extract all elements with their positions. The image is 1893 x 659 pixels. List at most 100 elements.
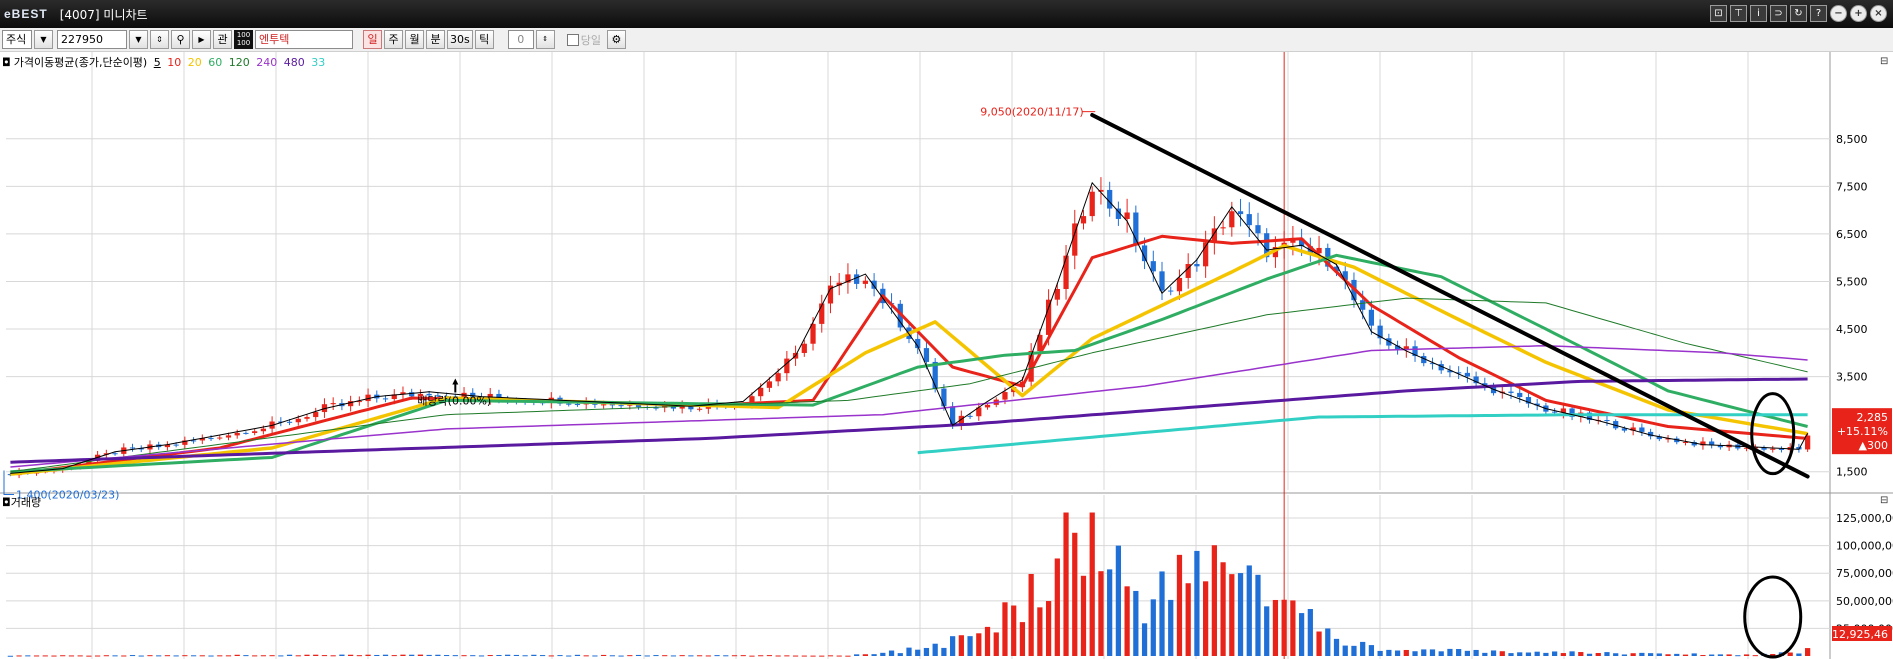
volume-bar [278, 655, 284, 657]
market-dropdown-icon[interactable]: ▼ [34, 30, 53, 49]
period-week-tab[interactable]: 주 [384, 30, 403, 49]
volume-bar [487, 655, 493, 657]
volume-bar [321, 655, 328, 657]
candle-body [252, 431, 258, 433]
tile-icon[interactable]: ⊡ [1710, 5, 1727, 22]
volume-bar [1290, 600, 1296, 656]
candle-body [1639, 427, 1645, 432]
market-select[interactable]: 주식 [2, 30, 32, 49]
volume-bar [792, 655, 799, 657]
volume-bar [1011, 605, 1017, 656]
today-label: 당일 [580, 33, 601, 47]
volume-bar [1604, 652, 1610, 656]
interest-button[interactable]: 관 [213, 30, 232, 49]
volume-tick-label: 50,000,000 [1836, 595, 1893, 608]
price-legend: ◘ 가격이동평균(종가,단순이평) 5 10 20 60 120 240 480 … [2, 54, 328, 70]
current-price-text: ▲300 [1859, 439, 1888, 452]
price-tick-label: 6,500 [1836, 228, 1868, 241]
volume-bar [880, 652, 886, 656]
refresh-icon[interactable]: ↻ [1790, 5, 1807, 22]
volume-bar [286, 654, 293, 656]
volume-bar [1796, 653, 1802, 656]
candle-body [112, 453, 118, 455]
volume-bar [574, 654, 581, 656]
close-button[interactable]: × [1870, 5, 1887, 22]
volume-legend-title: 거래량 [10, 496, 42, 509]
volume-bar [1316, 631, 1322, 656]
volume-bar [1508, 653, 1514, 656]
today-checkbox[interactable] [566, 33, 579, 46]
volume-bar [888, 650, 895, 656]
hundred-icon[interactable]: 100 100 [234, 30, 253, 49]
candle-body [566, 403, 572, 405]
help-icon[interactable]: ? [1810, 5, 1827, 22]
legend-collapse-icon[interactable]: ◘ [2, 56, 11, 69]
play-icon[interactable]: ▶ [192, 30, 211, 49]
volume-bar [784, 655, 790, 657]
volume-bar [1203, 581, 1209, 656]
volume-bar [147, 655, 153, 657]
info-icon[interactable]: i [1750, 5, 1767, 22]
volume-bar [260, 655, 266, 657]
volume-bar [1534, 651, 1540, 656]
volume-bar [531, 654, 537, 656]
volume-bar [1098, 571, 1104, 656]
volume-bar [1682, 654, 1689, 656]
period-day-tab[interactable]: 일 [363, 30, 382, 49]
volume-bar [1124, 586, 1130, 656]
volume-bar [723, 655, 729, 657]
candle-body [330, 403, 336, 405]
axis-scroll-up-icon: ⊟ [1880, 56, 1888, 67]
chart-settings-icon[interactable]: ⚙ [606, 30, 626, 49]
volume-bar [915, 649, 921, 656]
code-dropdown-icon[interactable]: ▼ [129, 30, 148, 49]
pin-icon[interactable]: ⊤ [1730, 5, 1747, 22]
volume-bar [1255, 574, 1261, 656]
candle-body [243, 432, 249, 434]
count-input[interactable]: 0 [507, 30, 534, 49]
volume-collapse-icon[interactable]: ◘ [2, 496, 11, 509]
candle-body [295, 418, 301, 423]
period-month-tab[interactable]: 월 [405, 30, 424, 49]
volume-bar [1176, 554, 1183, 656]
volume-bar [1115, 545, 1122, 656]
candle-body [1229, 211, 1235, 228]
candle-body [217, 437, 223, 439]
volume-bar [1368, 645, 1375, 656]
volume-bar [269, 655, 275, 657]
volume-tick-label: 75,000,000 [1836, 567, 1893, 580]
volume-bar [1080, 575, 1087, 656]
volume-bar [426, 654, 432, 656]
minimize-button[interactable]: − [1830, 5, 1847, 22]
candle-body [601, 404, 607, 406]
volume-bar [941, 647, 947, 656]
candle-body [1045, 299, 1052, 335]
volume-bar [1333, 638, 1340, 656]
period-tick-tab[interactable]: 틱 [474, 30, 494, 49]
link-icon[interactable]: ⊃ [1770, 5, 1787, 22]
candle-body [1360, 300, 1366, 310]
volume-bar [705, 655, 711, 657]
volume-bar [156, 655, 162, 657]
period-minute-tab[interactable]: 분 [426, 30, 445, 49]
mini-chart[interactable]: 8,500 7,500 6,500 5,500 4,500 3,500 1,500 125,0… [0, 52, 1893, 659]
stepper-icon[interactable]: ⇕ [150, 30, 169, 49]
maximize-button[interactable]: + [1850, 5, 1867, 22]
volume-bar [1473, 649, 1479, 656]
volume-bar [60, 655, 66, 657]
volume-bar [758, 655, 764, 657]
volume-bar [513, 654, 520, 656]
stock-code-input[interactable]: 227950 [57, 30, 127, 49]
count-stepper-icon[interactable]: ⇕ [535, 30, 555, 49]
search-icon[interactable]: ⚲ [171, 30, 190, 49]
high-annotation: 9,050(2020/11/17) [980, 106, 1083, 119]
candle-body [923, 348, 930, 362]
volume-bar [618, 655, 624, 657]
candle-body [1002, 392, 1008, 400]
volume-bar [984, 626, 991, 656]
volume-bar [1159, 571, 1165, 656]
volume-bar [950, 636, 956, 656]
period-30s-tab[interactable]: 30s [447, 30, 473, 49]
volume-bar [1133, 590, 1139, 656]
volume-bar [653, 655, 659, 657]
